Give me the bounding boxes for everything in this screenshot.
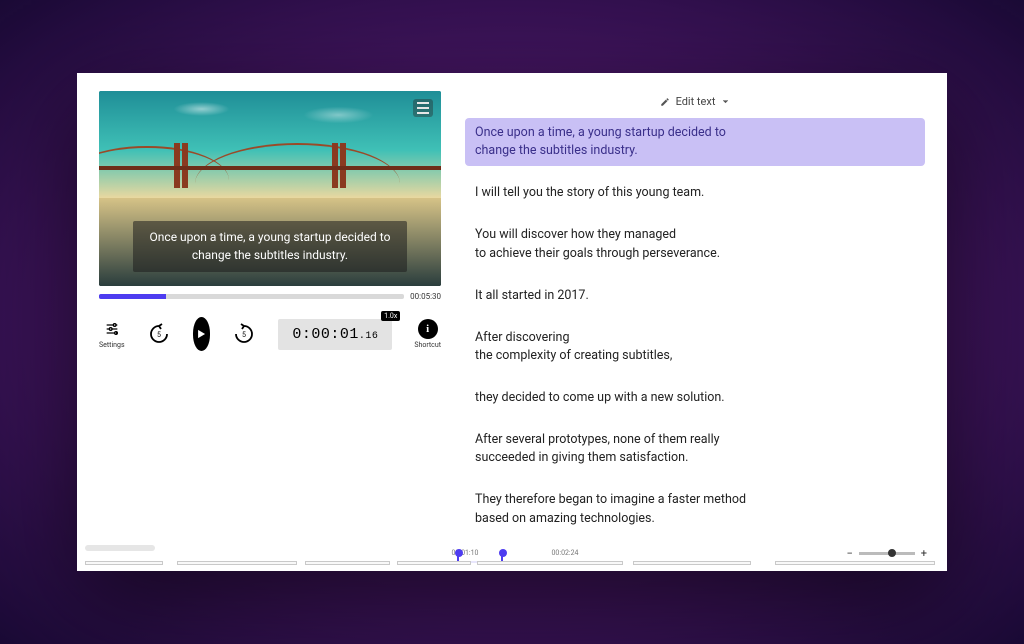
app-window: Once upon a time, a young startup decide…: [77, 73, 947, 571]
clip-track: H8-Bonjour, moi… 00:00:06 J'accompagne le…: [85, 561, 939, 565]
clip-label: J'ai également fondé…: [306, 562, 389, 565]
video-menu-icon[interactable]: [413, 99, 433, 117]
transcript-segment[interactable]: They therefore began to imagine a faster…: [465, 485, 925, 533]
svg-text:5: 5: [157, 331, 161, 339]
transcript-segment[interactable]: You will discover how they managed to ac…: [465, 220, 925, 268]
zoom-in-icon[interactable]: +: [921, 547, 927, 560]
clip[interactable]: Je suis UX/UI Designer… 00:00:20: [775, 561, 935, 565]
video-player[interactable]: Once upon a time, a young startup decide…: [99, 91, 441, 286]
svg-text:5: 5: [242, 331, 246, 339]
transcript-segment[interactable]: I will tell you the story of this young …: [465, 178, 925, 208]
progress-bar[interactable]: [99, 294, 404, 299]
clip[interactable]: J'ai également fondé…: [305, 561, 390, 565]
settings-label: Settings: [99, 341, 125, 349]
transcript-segment[interactable]: After discovering the complexity of crea…: [465, 323, 925, 371]
clip[interactable]: H8-Bonjour, moi… 00:00:06: [85, 561, 163, 565]
video-duration: 00:05:30: [410, 292, 441, 301]
edit-text-dropdown[interactable]: Edit text: [652, 91, 739, 112]
clip-label: Nous avons à ce jour organisé 6 séjours …: [478, 562, 622, 565]
timeline[interactable]: 00:01:10 00:02:24 − + H8-Bonjour, moi… 0…: [77, 542, 947, 571]
clip[interactable]: J'accompagne les PME/Startups dans… 00:0…: [177, 561, 297, 565]
info-icon: i: [418, 319, 438, 339]
clip-label: Je suis UX/UI Designer…: [776, 562, 934, 565]
transcript-segment[interactable]: After several prototypes, none of them r…: [465, 425, 925, 473]
zoom-slider[interactable]: [859, 552, 915, 555]
player-controls: Settings 5 5 0:00:01.16 1.0x i Shortcut: [99, 317, 441, 351]
clip-label: J'accompagne les PME/Startups dans…: [178, 562, 296, 565]
skip-back-button[interactable]: 5: [147, 321, 171, 347]
editor-panel: Edit text Once upon a time, a young star…: [465, 91, 925, 534]
chevron-down-icon: [721, 97, 730, 106]
edit-text-label: Edit text: [676, 95, 716, 108]
clip[interactable]: Nous nous concentrons…: [633, 561, 751, 565]
settings-button[interactable]: Settings: [99, 319, 125, 349]
play-button[interactable]: [193, 317, 211, 351]
timecode-display[interactable]: 0:00:01.16 1.0x: [278, 319, 392, 350]
speed-badge[interactable]: 1.0x: [381, 311, 400, 321]
transcript-segment[interactable]: Once upon a time, a young startup decide…: [465, 118, 925, 166]
sliders-icon: [102, 319, 122, 339]
skip-forward-button[interactable]: 5: [232, 321, 256, 347]
zoom-out-icon[interactable]: −: [846, 547, 852, 560]
zoom-control[interactable]: − +: [846, 547, 927, 560]
video-caption: Once upon a time, a young startup decide…: [133, 221, 407, 272]
transcript-segment[interactable]: It all started in 2017.: [465, 281, 925, 311]
shortcut-button[interactable]: i Shortcut: [414, 319, 441, 349]
timeline-tick: 00:02:24: [552, 549, 579, 557]
shortcut-label: Shortcut: [414, 341, 441, 349]
transcript[interactable]: Once upon a time, a young startup decide…: [465, 118, 925, 534]
pencil-icon: [660, 97, 670, 107]
clip[interactable]: Nous avons à ce jour organisé 6 séjours …: [477, 561, 623, 565]
clip-label: Nous nous concentrons…: [634, 562, 750, 565]
clip[interactable]: Florian, after discovering…: [397, 561, 471, 565]
video-panel: Once upon a time, a young startup decide…: [99, 91, 441, 534]
clip-label: Florian, after discovering…: [398, 562, 470, 565]
clip-label: H8-Bonjour, moi…: [86, 562, 162, 565]
transcript-segment[interactable]: they decided to come up with a new solut…: [465, 383, 925, 413]
